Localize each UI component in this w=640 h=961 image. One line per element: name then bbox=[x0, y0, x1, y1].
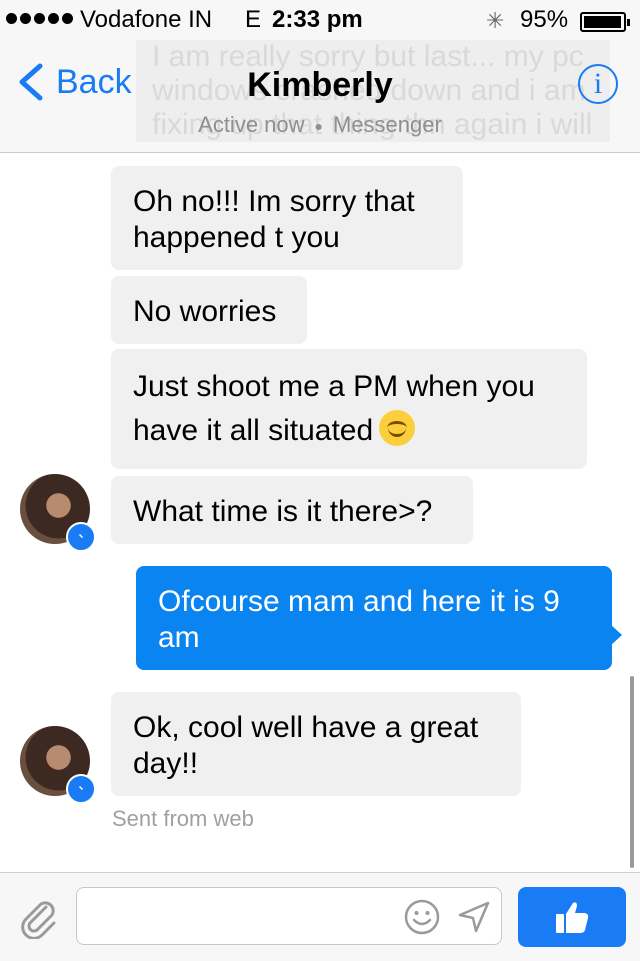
battery-percent: 95% bbox=[520, 6, 569, 33]
messenger-badge-icon bbox=[66, 774, 96, 804]
message-composer bbox=[0, 872, 640, 961]
message-bubble-incoming[interactable]: Oh no!!! Im sorry that happened t you bbox=[111, 166, 463, 270]
message-text: What time is it there>? bbox=[133, 495, 433, 528]
messenger-badge-icon bbox=[66, 522, 96, 552]
like-button[interactable] bbox=[518, 887, 626, 947]
message-bubble-incoming[interactable]: Ok, cool well have a great day!! bbox=[111, 692, 521, 796]
battery-icon bbox=[580, 12, 630, 32]
status-bar: Vodafone IN E 2:33 pm ✳ 95% bbox=[0, 0, 640, 40]
message-bubble-incoming[interactable]: No worries bbox=[111, 276, 307, 344]
activity-spinner-icon: ✳ bbox=[486, 8, 505, 33]
sent-from-label: Sent from web bbox=[112, 806, 254, 831]
info-button[interactable]: i bbox=[578, 64, 618, 104]
signal-strength-icon bbox=[6, 13, 73, 24]
message-text: No worries bbox=[133, 295, 277, 328]
send-arrow-icon[interactable] bbox=[456, 899, 492, 935]
scroll-indicator[interactable] bbox=[630, 676, 634, 868]
contact-name[interactable]: Kimberly bbox=[0, 66, 640, 105]
info-icon: i bbox=[593, 67, 603, 100]
network-type: E bbox=[245, 6, 262, 33]
bubble-tail bbox=[610, 624, 622, 646]
message-bubble-incoming[interactable]: What time is it there>? bbox=[111, 476, 473, 544]
platform-label: Messenger bbox=[333, 112, 442, 137]
message-bubble-outgoing[interactable]: Ofcourse mam and here it is 9 am bbox=[136, 566, 622, 670]
message-text: Just shoot me a PM when you have it all … bbox=[133, 370, 535, 447]
status-time: 2:33 pm bbox=[272, 6, 363, 33]
smiley-icon[interactable] bbox=[404, 899, 440, 935]
contact-status: Active now ● Messenger bbox=[0, 112, 640, 138]
active-status: Active now bbox=[198, 112, 305, 137]
conversation-header: I am really sorry but last... my pc wind… bbox=[0, 40, 640, 153]
paperclip-icon[interactable] bbox=[16, 895, 60, 939]
message-text: Ofcourse mam and here it is 9 am bbox=[158, 585, 560, 654]
message-text: Oh no!!! Im sorry that happened t you bbox=[133, 185, 415, 254]
message-text: Ok, cool well have a great day!! bbox=[133, 711, 479, 780]
thumbs-up-icon bbox=[556, 902, 589, 933]
smiling-face-emoji-icon bbox=[379, 410, 416, 446]
separator-dot: ● bbox=[314, 118, 323, 135]
message-bubble-incoming[interactable]: Just shoot me a PM when you have it all … bbox=[111, 349, 587, 469]
carrier-name: Vodafone IN bbox=[80, 6, 213, 33]
